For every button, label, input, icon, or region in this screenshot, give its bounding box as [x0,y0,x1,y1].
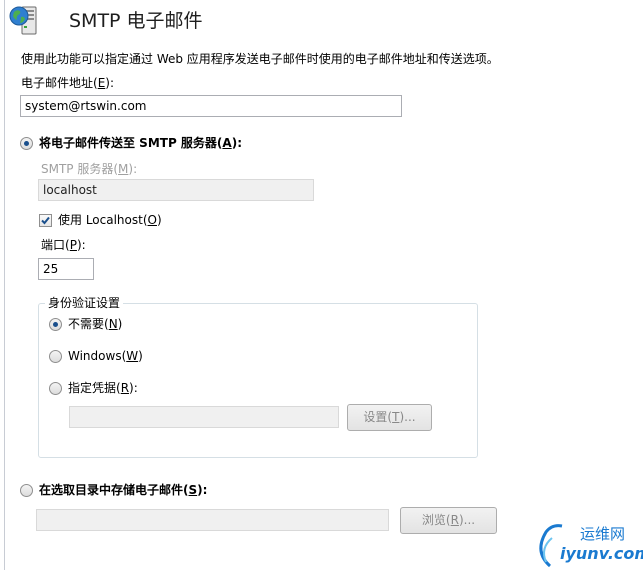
browse-button[interactable]: 浏览(R)... [400,507,497,534]
email-label: 电子邮件地址(E): [21,76,115,90]
watermark-logo: 运维网 iyunv.com [532,522,643,568]
checkmark-icon [41,216,50,225]
pickup-directory-option-label: 在选取目录中存储电子邮件(S): [39,483,208,497]
set-credentials-button[interactable]: 设置(T)... [347,404,432,431]
port-label: 端口(P): [41,238,86,252]
smtp-server-field[interactable]: localhost [38,179,314,201]
auth-none-label: 不需要(N) [68,317,123,331]
pickup-directory-radio[interactable] [20,484,33,497]
page-description: 使用此功能可以指定通过 Web 应用程序发送电子邮件时使用的电子邮件地址和传送选… [21,52,499,66]
page-title: SMTP 电子邮件 [69,10,203,32]
auth-specify-radio[interactable] [49,382,62,395]
auth-windows-label: Windows(W) [68,349,143,363]
auth-settings-legend: 身份验证设置 [45,295,124,311]
auth-none-radio[interactable] [49,318,62,331]
use-localhost-checkbox[interactable] [39,214,52,227]
smtp-server-radio[interactable] [20,137,33,150]
watermark-brand: 运维网 [580,525,626,543]
auth-specify-label: 指定凭据(R): [68,381,138,395]
smtp-server-option-label: 将电子邮件传送至 SMTP 服务器(A): [39,136,242,150]
watermark-site: iyunv.com [560,544,643,563]
pickup-directory-field[interactable] [36,509,389,531]
window-left-border [4,0,5,570]
smtp-server-label: SMTP 服务器(M): [41,162,138,176]
globe-server-icon [8,4,42,36]
credentials-field[interactable] [69,406,339,428]
use-localhost-label: 使用 Localhost(O) [58,213,162,227]
port-field[interactable]: 25 [38,258,94,280]
auth-windows-radio[interactable] [49,350,62,363]
email-field[interactable]: system@rtswin.com [20,95,402,117]
